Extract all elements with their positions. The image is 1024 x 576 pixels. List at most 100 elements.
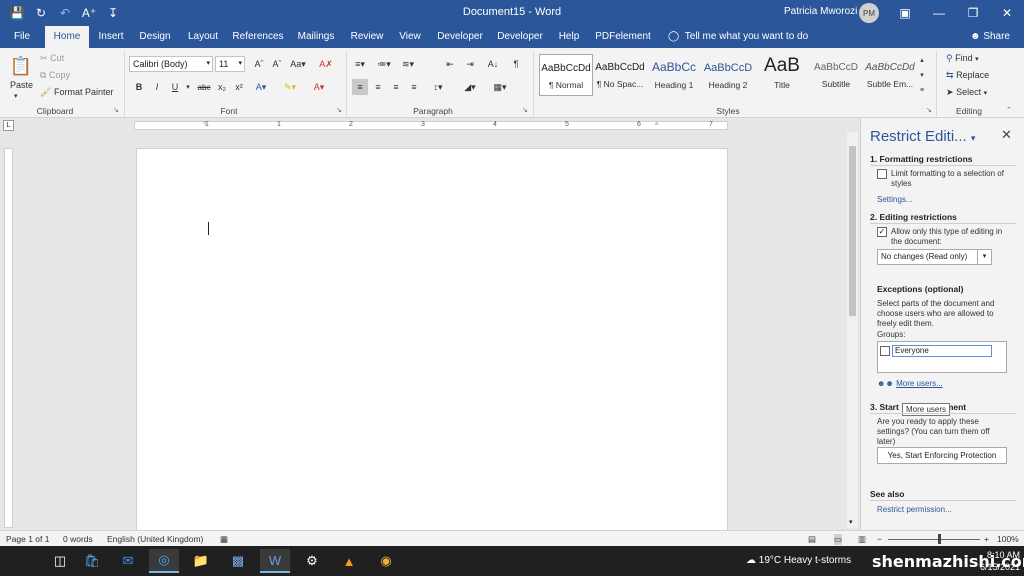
justify-icon[interactable]: ≡ xyxy=(406,79,422,95)
styles-more-icon[interactable]: ≡ xyxy=(917,83,927,97)
print-layout-icon[interactable]: ▭ xyxy=(834,534,843,545)
user-name[interactable]: Patricia Mworozi xyxy=(784,6,857,17)
styles-launcher-icon[interactable]: ↘ xyxy=(926,106,932,114)
settings-link[interactable]: Settings... xyxy=(877,195,913,204)
tab-developer[interactable]: Developer xyxy=(432,26,488,48)
read-mode-icon[interactable]: ▤ xyxy=(808,534,816,545)
tab-view[interactable]: View xyxy=(394,26,426,48)
tab-pdfelement[interactable]: PDFelement xyxy=(590,26,656,48)
style-heading-1[interactable]: AaBbCc Heading 1 xyxy=(647,54,701,96)
clipboard-launcher-icon[interactable]: ↘ xyxy=(113,106,119,114)
numbering-icon[interactable]: ≔▾ xyxy=(376,56,392,72)
close-icon[interactable]: ✕ xyxy=(1001,127,1012,143)
groups-list[interactable]: Everyone xyxy=(877,341,1007,373)
paste-icon[interactable]: 📋 xyxy=(10,54,32,78)
document-page[interactable] xyxy=(136,148,728,532)
text-effects-icon[interactable]: A▾ xyxy=(253,79,269,95)
word-count[interactable]: 0 words xyxy=(63,534,93,544)
align-right-icon[interactable]: ≡ xyxy=(388,79,404,95)
close-icon[interactable]: ✕ xyxy=(990,0,1024,26)
scrollbar-thumb[interactable] xyxy=(849,146,856,316)
vertical-scrollbar[interactable]: ▾ xyxy=(847,132,858,528)
tab-developer-2[interactable]: Developer xyxy=(492,26,548,48)
vertical-ruler[interactable] xyxy=(4,148,13,528)
multilevel-list-icon[interactable]: ≋▾ xyxy=(400,56,416,72)
pilcrow-icon[interactable]: ¶ xyxy=(508,56,524,72)
word-icon[interactable]: W xyxy=(260,549,290,573)
line-spacing-icon[interactable]: ↕▾ xyxy=(430,79,446,95)
strikethrough-icon[interactable]: abc xyxy=(196,79,212,95)
allow-editing-checkbox[interactable]: ✓ xyxy=(877,227,887,237)
page-count[interactable]: Page 1 of 1 xyxy=(6,534,49,544)
zoom-level[interactable]: 100% xyxy=(997,534,1019,544)
app-icon[interactable]: ▩ xyxy=(223,549,253,573)
select-button[interactable]: ➤ Select ▾ xyxy=(946,87,987,98)
style-subtitle[interactable]: AaBbCcD Subtitle xyxy=(809,54,863,96)
grow-font-icon[interactable]: Aˆ xyxy=(251,56,267,72)
indent-marker-icon[interactable]: ▿ xyxy=(203,119,207,127)
collapse-ribbon-icon[interactable]: ⌃ xyxy=(1006,106,1012,114)
start-enforcing-button[interactable]: Yes, Start Enforcing Protection xyxy=(877,447,1007,464)
paste-dropdown-icon[interactable]: ▾ xyxy=(14,92,18,100)
undo-icon[interactable]: ↶ xyxy=(54,3,76,23)
zoom-slider-thumb[interactable] xyxy=(938,534,941,544)
autosave-icon[interactable]: ↻ xyxy=(30,3,52,23)
styles-scroll-up-icon[interactable]: ▴ xyxy=(917,53,927,67)
restore-icon[interactable]: ❐ xyxy=(956,0,990,26)
paste-button[interactable]: Paste xyxy=(10,80,33,90)
track-changes-icon[interactable]: ▦ xyxy=(220,534,228,545)
tab-selector[interactable]: L xyxy=(3,120,14,131)
shading-icon[interactable]: ◢▾ xyxy=(462,79,478,95)
superscript-icon[interactable]: x² xyxy=(231,79,247,95)
style-title[interactable]: AaB Title xyxy=(755,54,809,96)
tab-insert[interactable]: Insert xyxy=(92,26,130,48)
increase-indent-icon[interactable]: ⇥ xyxy=(462,56,478,72)
align-center-icon[interactable]: ≡ xyxy=(370,79,386,95)
file-explorer-icon[interactable]: 📁 xyxy=(186,549,216,573)
bold-icon[interactable]: B xyxy=(131,79,147,95)
font-launcher-icon[interactable]: ↘ xyxy=(336,106,342,114)
paragraph-launcher-icon[interactable]: ↘ xyxy=(522,106,528,114)
tab-help[interactable]: Help xyxy=(554,26,584,48)
font-color-icon[interactable]: A▾ xyxy=(311,79,327,95)
pane-title[interactable]: Restrict Editi... ▾ xyxy=(870,128,975,145)
tell-me-search[interactable]: ◯ Tell me what you want to do xyxy=(668,26,808,48)
shrink-font-icon[interactable]: Aˇ xyxy=(269,56,285,72)
task-view-icon[interactable]: ◫ xyxy=(45,549,75,573)
editing-type-dropdown[interactable]: No changes (Read only) ▾ xyxy=(877,249,992,265)
restrict-permission-link[interactable]: Restrict permission... xyxy=(877,505,952,514)
ribbon-display-icon[interactable]: ▣ xyxy=(888,0,922,26)
everyone-checkbox[interactable] xyxy=(880,346,890,356)
customize-icon[interactable]: ↧ xyxy=(102,3,124,23)
style-heading-2[interactable]: AaBbCcD Heading 2 xyxy=(701,54,755,96)
minimize-icon[interactable]: — xyxy=(922,0,956,26)
vlc-icon[interactable]: ▲ xyxy=(334,549,364,573)
scroll-down-icon[interactable]: ▾ xyxy=(849,518,853,526)
language[interactable]: English (United Kingdom) xyxy=(107,534,203,544)
copy-button[interactable]: ⧉ Copy xyxy=(40,70,70,81)
weather-widget[interactable]: ☁ 19°C Heavy t-storms xyxy=(746,555,851,566)
web-layout-icon[interactable]: ▥ xyxy=(858,534,866,545)
format-painter-button[interactable]: 🖌 Format Painter xyxy=(40,87,113,98)
tab-home[interactable]: Home xyxy=(45,26,89,48)
horizontal-ruler[interactable]: 1 1 2 3 4 5 6 7 ▿ ▵ xyxy=(134,119,728,130)
tab-file[interactable]: File xyxy=(4,26,40,48)
find-button[interactable]: ⚲ Find ▾ xyxy=(946,53,979,64)
save-icon[interactable]: 💾 xyxy=(6,3,28,23)
tab-layout[interactable]: Layout xyxy=(182,26,224,48)
zoom-slider[interactable] xyxy=(888,539,980,540)
bullets-icon[interactable]: ≡▾ xyxy=(352,56,368,72)
highlight-icon[interactable]: ✎▾ xyxy=(282,79,298,95)
limit-formatting-checkbox[interactable] xyxy=(877,169,887,179)
text-size-icon[interactable]: A⁺ xyxy=(78,3,100,23)
chrome-icon[interactable]: ◉ xyxy=(371,549,401,573)
cut-button[interactable]: ✂ Cut xyxy=(40,53,64,64)
align-left-icon[interactable]: ≡ xyxy=(352,79,368,95)
font-size-select[interactable]: 11 ▾ xyxy=(215,56,245,72)
tab-mailings[interactable]: Mailings xyxy=(292,26,340,48)
style-normal[interactable]: AaBbCcDd ¶ Normal xyxy=(539,54,593,96)
change-case-icon[interactable]: Aa▾ xyxy=(290,56,306,72)
style-subtle-emphasis[interactable]: AaBbCcDd Subtle Em... xyxy=(863,54,917,96)
sort-icon[interactable]: A↓ xyxy=(485,56,501,72)
edge-icon[interactable]: ◎ xyxy=(149,549,179,573)
